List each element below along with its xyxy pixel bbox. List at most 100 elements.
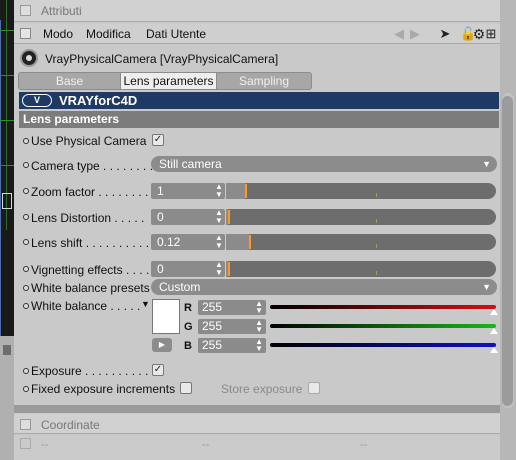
use-physical-camera-checkbox[interactable]: ✓ (152, 134, 164, 146)
lens-shift-row: Lens shift . . . . . . . . . . 0.12 ▲ ▼ (14, 233, 500, 251)
coordinate-field[interactable]: -- (360, 439, 367, 451)
camera-type-value: Still camera (159, 157, 222, 171)
stepper-icon[interactable]: ▲ ▼ (255, 338, 263, 353)
stepper-icon[interactable]: ▲ ▼ (215, 261, 223, 277)
dropdown-triangle-icon[interactable]: ▼ (141, 299, 150, 309)
lens-distortion-label: Lens Distortion . . . . . (31, 211, 145, 225)
collapse-checkbox[interactable] (20, 419, 31, 430)
camera-icon (20, 49, 38, 67)
coordinate-checkbox[interactable] (20, 438, 31, 449)
chevron-down-icon: ▼ (482, 159, 491, 169)
coordinate-field[interactable]: -- (41, 439, 48, 451)
zoom-factor-slider[interactable] (226, 183, 496, 199)
coordinate-fields: -- -- -- (14, 436, 500, 460)
vray-brand: VRAYforC4D (59, 93, 138, 108)
vignetting-effects-slider[interactable] (226, 261, 496, 277)
channel-g-handle[interactable] (490, 328, 498, 334)
viewport-gizmo-icon (2, 193, 12, 209)
vignetting-effects-row: Vignetting effects . . . . 0 ▲ ▼ (14, 260, 500, 278)
animation-dot-icon[interactable] (23, 386, 29, 392)
use-physical-camera-label: Use Physical Camera (31, 134, 147, 148)
add-panel-icon[interactable]: ⊞ (484, 26, 498, 42)
zoom-factor-label: Zoom factor . . . . . . . . . (31, 185, 156, 199)
lens-shift-slider[interactable] (226, 234, 496, 250)
coordinate-field[interactable]: -- (202, 439, 209, 451)
exposure-row: Exposure . . . . . . . . . . . . ✓ (14, 362, 500, 380)
stepper-icon[interactable]: ▲ ▼ (215, 234, 223, 250)
animation-dot-icon[interactable] (23, 188, 29, 194)
white-balance-presets-label: White balance presets (31, 281, 150, 295)
channel-r-handle[interactable] (490, 309, 498, 315)
scrollbar-thumb[interactable] (502, 96, 513, 406)
zoom-factor-input[interactable]: 1 ▲ ▼ (151, 183, 225, 199)
exposure-label: Exposure . . . . . . . . . . . . (31, 364, 162, 378)
lens-distortion-input[interactable]: 0 ▲ ▼ (151, 209, 225, 225)
vray-banner: V VRAYforC4D (19, 92, 499, 109)
viewport-scroll-icon[interactable] (3, 345, 11, 355)
channel-b-slider[interactable] (270, 343, 496, 347)
lens-shift-label: Lens shift . . . . . . . . . . (31, 236, 150, 250)
animation-dot-icon[interactable] (23, 214, 29, 220)
animation-dot-icon[interactable] (23, 303, 29, 309)
camera-type-label: Camera type . . . . . . . . (31, 159, 154, 173)
arrow-left-icon[interactable]: ◀ (392, 26, 406, 42)
tab-lens-parameters[interactable]: Lens parameters (120, 73, 217, 89)
attributes-panel: Attributi Modo Modifica Dati Utente ◀ ▶ … (14, 0, 500, 460)
animation-dot-icon[interactable] (23, 239, 29, 245)
channel-r-input[interactable]: 255 ▲ ▼ (198, 300, 266, 315)
menu-bar: Modo Modifica Dati Utente ◀ ▶ ➤ 🔓 ⚙ ⊞ (14, 24, 500, 44)
collapse-checkbox[interactable] (20, 5, 31, 16)
use-physical-camera-row: Use Physical Camera ✓ (14, 132, 500, 150)
tab-base[interactable]: Base (19, 73, 120, 89)
animation-dot-icon[interactable] (23, 368, 29, 374)
tab-sampling[interactable]: Sampling (217, 73, 311, 89)
lens-distortion-slider[interactable] (226, 209, 496, 225)
menu-item-dati-utente[interactable]: Dati Utente (146, 27, 206, 41)
animation-dot-icon[interactable] (23, 285, 29, 291)
stepper-icon[interactable]: ▲ ▼ (215, 209, 223, 225)
animation-dot-icon[interactable] (23, 266, 29, 272)
lens-shift-input[interactable]: 0.12 ▲ ▼ (151, 234, 225, 250)
channel-r-slider[interactable] (270, 305, 496, 309)
channel-g-input[interactable]: 255 ▲ ▼ (198, 319, 266, 334)
store-exposure-checkbox[interactable] (308, 382, 320, 394)
stepper-icon[interactable]: ▲ ▼ (215, 183, 223, 199)
store-exposure-label: Store exposure (221, 382, 303, 396)
channel-g-label: G (184, 321, 193, 333)
white-balance-presets-row: White balance presets Custom ▼ (14, 279, 500, 297)
panel-toggle-icon[interactable] (20, 28, 31, 39)
stepper-icon[interactable]: ▲ ▼ (255, 300, 263, 315)
object-row: VrayPhysicalCamera [VrayPhysicalCamera] (14, 46, 500, 70)
camera-type-dropdown[interactable]: Still camera ▼ (151, 156, 497, 172)
stepper-icon[interactable]: ▲ ▼ (255, 319, 263, 334)
fixed-exposure-checkbox[interactable] (180, 382, 192, 394)
menu-item-modifica[interactable]: Modifica (86, 27, 131, 41)
channel-b-input[interactable]: 255 ▲ ▼ (198, 338, 266, 353)
animation-dot-icon[interactable] (23, 162, 29, 168)
tab-bar: Base Lens parameters Sampling (18, 72, 312, 90)
coordinate-title: Coordinate (41, 418, 100, 432)
coordinate-header: Coordinate (14, 414, 500, 434)
vignetting-effects-input[interactable]: 0 ▲ ▼ (151, 261, 225, 277)
white-balance-color-swatch[interactable] (152, 299, 180, 334)
fixed-exposure-row: Fixed exposure increments Store exposure (14, 380, 500, 398)
arrow-right-icon[interactable]: ▶ (408, 26, 422, 42)
object-title: VrayPhysicalCamera [VrayPhysicalCamera] (45, 52, 279, 66)
white-balance-presets-value: Custom (159, 280, 201, 294)
vignetting-effects-label: Vignetting effects . . . . (31, 263, 150, 277)
channel-b-handle[interactable] (490, 347, 498, 353)
header-title: Attributi (41, 4, 82, 18)
white-balance-presets-dropdown[interactable]: Custom ▼ (151, 279, 497, 295)
channel-g-slider[interactable] (270, 324, 496, 328)
cursor-icon[interactable]: ➤ (438, 26, 452, 42)
section-title: Lens parameters (19, 111, 499, 128)
exposure-checkbox[interactable]: ✓ (152, 364, 164, 376)
panel-scrollbar[interactable] (500, 0, 516, 460)
animation-dot-icon[interactable] (23, 138, 29, 144)
viewport-edge (0, 0, 14, 460)
menu-item-modo[interactable]: Modo (43, 27, 73, 41)
white-balance-label: White balance . . . . . (31, 299, 141, 313)
fixed-exposure-label: Fixed exposure increments (31, 382, 176, 396)
expand-arrow-icon[interactable]: ▶ (152, 338, 172, 352)
camera-type-row: Camera type . . . . . . . . Still camera… (14, 156, 500, 174)
